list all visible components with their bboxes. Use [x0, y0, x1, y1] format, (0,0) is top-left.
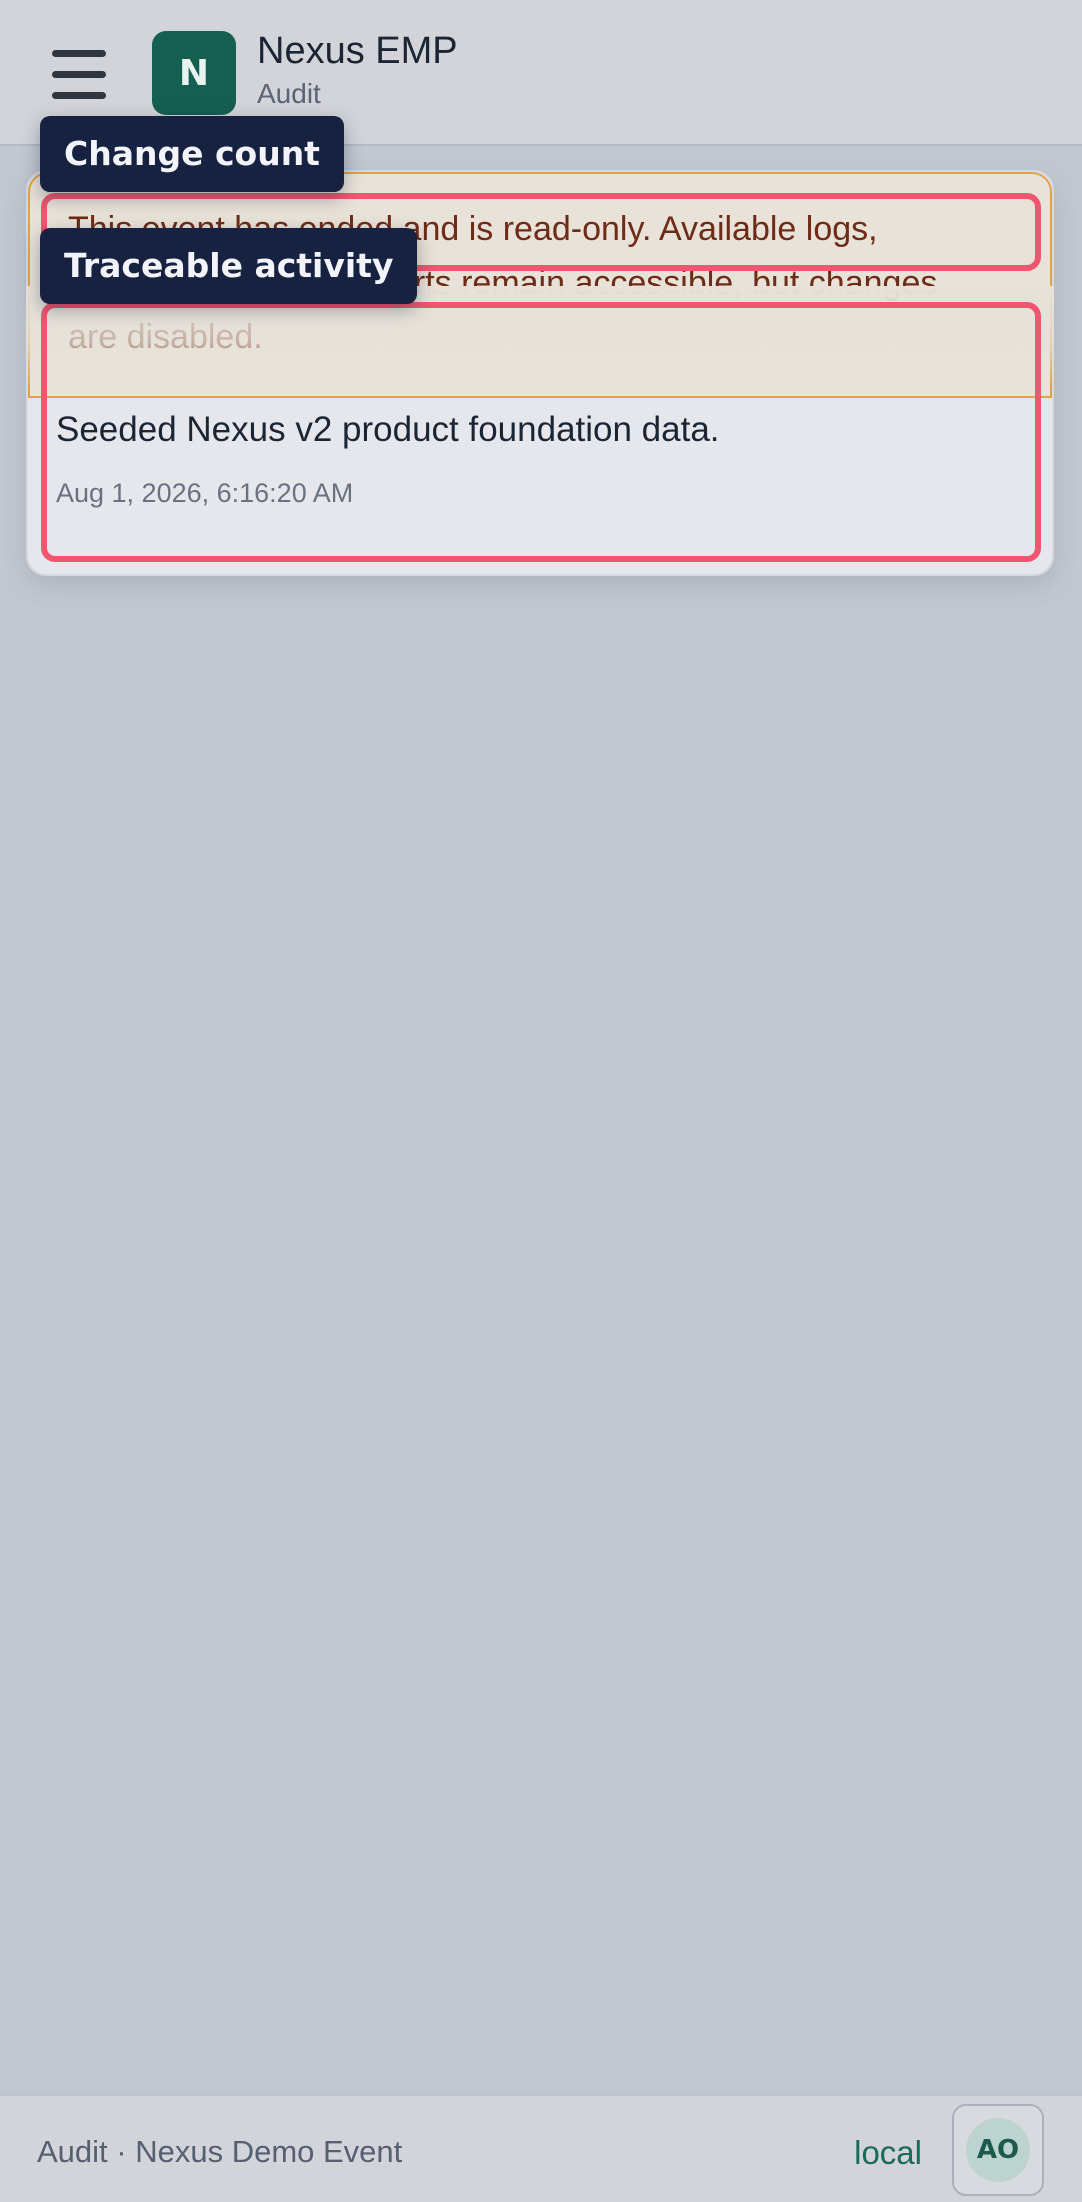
avatar: AO: [966, 2118, 1030, 2182]
audit-entry-message: Seeded Nexus v2 product foundation data.: [56, 410, 720, 449]
status-footer: Audit · Nexus Demo Event local AO: [0, 2094, 1082, 2202]
environment-badge: local: [854, 2134, 922, 2171]
hamburger-menu-icon[interactable]: [46, 46, 112, 106]
app-logo: N: [152, 31, 236, 115]
section-subtitle: Audit: [257, 78, 321, 109]
tooltip-traceable-activity: Traceable activity: [40, 228, 418, 304]
footer-context: Audit · Nexus Demo Event: [37, 2134, 403, 2169]
user-menu-button[interactable]: AO: [952, 2104, 1044, 2196]
tooltip-change-count: Change count: [40, 116, 344, 192]
app-title: Nexus EMP: [257, 30, 458, 72]
audit-entry-timestamp: Aug 1, 2026, 6:16:20 AM: [56, 478, 354, 508]
